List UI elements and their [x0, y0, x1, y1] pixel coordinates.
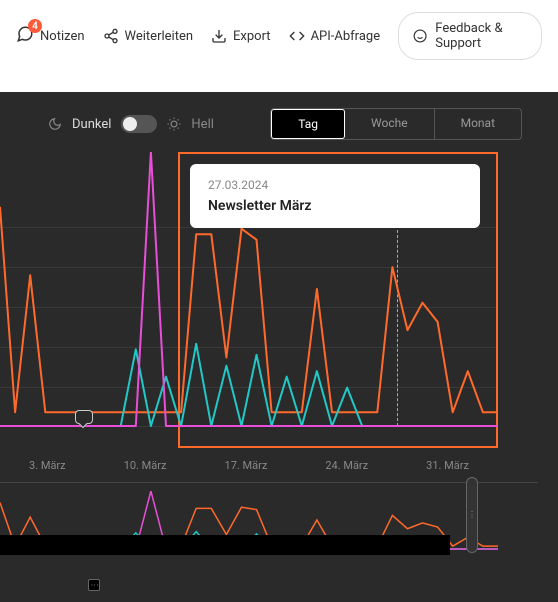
time-range-tabs: Tag Woche Monat [270, 108, 522, 140]
forward-label: Weiterleiten [125, 29, 194, 44]
tab-week[interactable]: Woche [345, 109, 435, 139]
sun-icon [167, 117, 181, 131]
note-marker-icon[interactable] [75, 410, 93, 424]
tooltip-title: Newsletter März [208, 198, 462, 214]
x-tick: 31. März [426, 459, 469, 472]
feedback-label: Feedback & Support [435, 21, 527, 51]
main-chart[interactable]: 27.03.2024 Newsletter März 3. März 10. M… [0, 152, 538, 452]
chart-panel: Dunkel Hell Tag Woche Monat 27.03.2024 N… [0, 92, 558, 602]
dark-label[interactable]: Dunkel [72, 117, 111, 132]
x-axis-ticks: 3. März 10. März 17. März 24. März 31. M… [0, 459, 498, 472]
api-button[interactable]: API-Abfrage [289, 28, 381, 44]
share-icon [103, 28, 119, 44]
light-label[interactable]: Hell [191, 117, 214, 132]
code-icon [289, 28, 305, 44]
x-tick: 10. März [124, 459, 167, 472]
moon-icon [48, 117, 62, 131]
x-tick: 17. März [225, 459, 268, 472]
smiley-icon [413, 27, 427, 45]
api-label: API-Abfrage [311, 29, 381, 44]
notes-button[interactable]: 4 Notizen [16, 25, 85, 47]
notes-badge: 4 [28, 19, 42, 33]
theme-switch[interactable] [121, 115, 157, 133]
range-slider-handle-left[interactable]: ⋮ [88, 579, 100, 591]
chart-tooltip: 27.03.2024 Newsletter März [190, 164, 480, 228]
x-tick: 3. März [29, 459, 66, 472]
x-tick: 24. März [325, 459, 368, 472]
theme-toggle: Dunkel Hell [48, 115, 214, 133]
notes-label: Notizen [40, 29, 85, 44]
top-toolbar: 4 Notizen Weiterleiten Export API-Abfrag… [0, 0, 558, 72]
feedback-button[interactable]: Feedback & Support [398, 12, 542, 60]
tab-day[interactable]: Tag [271, 109, 345, 139]
panel-controls: Dunkel Hell Tag Woche Monat [0, 108, 558, 152]
overview-chart[interactable]: ⋮ ⋮ [0, 482, 538, 557]
overview-mask [0, 535, 450, 555]
export-button[interactable]: Export [211, 28, 271, 44]
download-icon [211, 28, 227, 44]
forward-button[interactable]: Weiterleiten [103, 28, 194, 44]
tooltip-date: 27.03.2024 [208, 178, 462, 192]
export-label: Export [233, 29, 271, 44]
range-slider-handle[interactable]: ⋮ [466, 477, 478, 553]
tab-month[interactable]: Monat [435, 109, 521, 139]
